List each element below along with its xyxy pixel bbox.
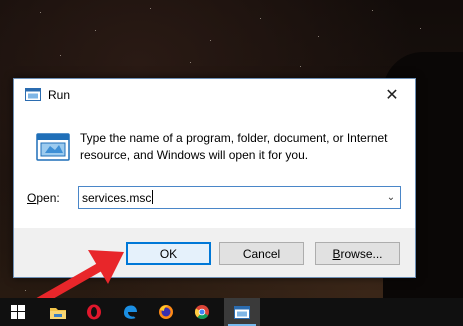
taskbar <box>0 298 463 326</box>
edge-icon <box>124 305 137 319</box>
chevron-down-icon: ⌄ <box>386 192 396 203</box>
taskbar-chrome[interactable] <box>184 298 220 326</box>
chrome-icon <box>194 305 209 320</box>
text-caret <box>152 190 154 204</box>
open-label: Open: <box>27 191 60 205</box>
dropdown-button[interactable]: ⌄ <box>382 187 400 208</box>
close-button[interactable]: ✕ <box>369 79 415 110</box>
opera-icon <box>87 304 101 320</box>
firefox-icon <box>159 305 173 319</box>
close-icon: ✕ <box>385 86 399 104</box>
dialog-content: Type the name of a program, folder, docu… <box>14 110 415 228</box>
taskbar-firefox[interactable] <box>148 298 184 326</box>
browse-button[interactable]: Browse... <box>315 242 400 265</box>
run-program-icon <box>36 133 70 161</box>
dialog-title: Run <box>48 88 71 102</box>
dialog-description: Type the name of a program, folder, docu… <box>80 131 388 162</box>
run-icon <box>234 305 250 319</box>
taskbar-edge[interactable] <box>112 298 148 326</box>
windows-logo-icon <box>11 305 25 319</box>
open-input-value[interactable]: services.msc <box>82 190 154 205</box>
start-button[interactable] <box>0 298 36 326</box>
taskbar-opera[interactable] <box>76 298 112 326</box>
cancel-button[interactable]: Cancel <box>219 242 304 265</box>
run-icon <box>25 88 41 101</box>
title-bar[interactable]: Run ✕ <box>14 79 415 110</box>
taskbar-run-dialog[interactable] <box>224 298 260 326</box>
folder-icon <box>50 307 66 319</box>
taskbar-file-explorer[interactable] <box>40 298 76 326</box>
open-combobox[interactable]: services.msc ⌄ <box>78 186 401 209</box>
